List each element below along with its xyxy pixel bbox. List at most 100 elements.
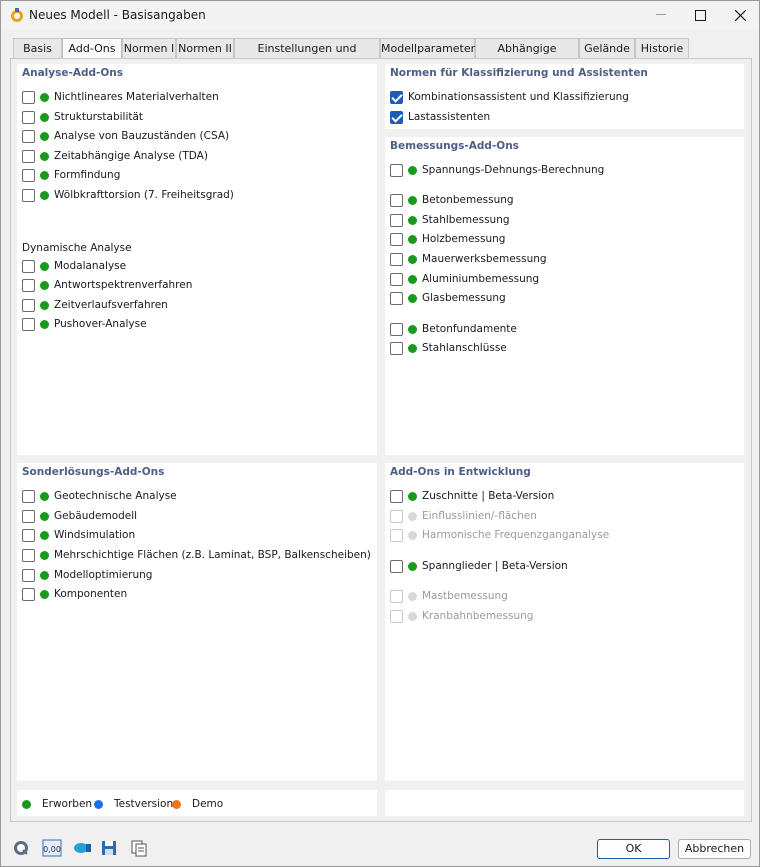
- legend-erworben: Erworben: [22, 798, 92, 810]
- checkbox[interactable]: [22, 259, 35, 273]
- tab-normen-1[interactable]: Normen I: [122, 38, 176, 58]
- model-icon[interactable]: [71, 837, 93, 859]
- addon-label: Windsimulation: [54, 529, 136, 541]
- checkbox[interactable]: [22, 149, 35, 163]
- tab-label: Normen I: [123, 42, 175, 55]
- checkbox[interactable]: [22, 528, 35, 542]
- window-title: Neues Modell - Basisangaben: [29, 8, 206, 22]
- addon-label: Zeitverlaufsverfahren: [54, 299, 168, 311]
- addon-row[interactable]: Spannglieder | Beta-Version: [390, 558, 568, 574]
- checkbox[interactable]: [22, 278, 35, 292]
- legend-demo: Demo: [172, 798, 223, 810]
- tab-basis[interactable]: Basis: [13, 38, 62, 58]
- orange-dot-icon: [172, 799, 181, 809]
- ok-button[interactable]: OK: [597, 839, 670, 859]
- checkbox[interactable]: [390, 272, 403, 286]
- addon-row[interactable]: Holzbemessung: [390, 231, 505, 247]
- copy-icon[interactable]: [128, 837, 150, 859]
- close-button[interactable]: [717, 1, 760, 29]
- save-icon[interactable]: [98, 837, 120, 859]
- panel-title: Sonderlösungs-Add-Ons: [22, 466, 165, 478]
- checkbox[interactable]: [22, 129, 35, 143]
- tab-normen-2[interactable]: Normen II: [176, 38, 234, 58]
- addon-row[interactable]: Spannungs-Dehnungs-Berechnung: [390, 162, 604, 178]
- addon-label: Komponenten: [54, 588, 128, 600]
- addon-row[interactable]: Modelloptimierung: [22, 567, 152, 583]
- checkbox[interactable]: [22, 548, 35, 562]
- units-icon[interactable]: 0,00: [41, 837, 63, 859]
- addon-row[interactable]: Analyse von Bauzuständen (CSA): [22, 128, 229, 144]
- addon-label: Aluminiumbemessung: [422, 273, 540, 285]
- checkbox[interactable]: [390, 193, 403, 207]
- checkbox[interactable]: [22, 168, 35, 182]
- addon-row[interactable]: Stahlanschlüsse: [390, 340, 507, 356]
- normen-row[interactable]: Lastassistenten: [390, 109, 490, 125]
- addon-row[interactable]: Gebäudemodell: [22, 508, 137, 524]
- help-icon[interactable]: [10, 837, 32, 859]
- tab-label: Historie: [640, 42, 684, 55]
- normen-row[interactable]: Kombinationsassistent und Klassifizierun…: [390, 89, 629, 105]
- cancel-button[interactable]: Abbrechen: [678, 839, 751, 859]
- entwicklung-panel: Add-Ons in Entwicklung Zuschnitte | Beta…: [385, 463, 744, 781]
- addon-row[interactable]: Stahlbemessung: [390, 212, 510, 228]
- checkbox[interactable]: [22, 568, 35, 582]
- tab-modellparameter[interactable]: Modellparameter: [380, 38, 475, 58]
- checkbox[interactable]: [22, 90, 35, 104]
- addon-label: Mehrschichtige Flächen (z.B. Laminat, BS…: [54, 549, 371, 561]
- status-dot-icon: [408, 511, 417, 521]
- addon-row[interactable]: Zuschnitte | Beta-Version: [390, 488, 554, 504]
- normen-label: Lastassistenten: [408, 111, 491, 123]
- addon-row[interactable]: Zeitverlaufsverfahren: [22, 297, 168, 313]
- addon-row[interactable]: Betonbemessung: [390, 192, 514, 208]
- addon-row[interactable]: Komponenten: [22, 586, 127, 602]
- checkbox[interactable]: [390, 213, 403, 227]
- status-dot-icon: [40, 131, 49, 141]
- checkbox[interactable]: [22, 317, 35, 331]
- checkbox[interactable]: [22, 587, 35, 601]
- checkbox[interactable]: [390, 232, 403, 246]
- addon-row-disabled: Kranbahnbemessung: [390, 608, 533, 624]
- status-dot-icon: [40, 530, 49, 540]
- tab-einstellungen[interactable]: Einstellungen und Optionen: [234, 38, 380, 74]
- checkbox[interactable]: [22, 298, 35, 312]
- addon-row[interactable]: Mauerwerksbemessung: [390, 251, 547, 267]
- checkbox[interactable]: [22, 509, 35, 523]
- addon-row[interactable]: Nichtlineares Materialverhalten: [22, 89, 219, 105]
- checkbox[interactable]: [22, 489, 35, 503]
- addon-row[interactable]: Mehrschichtige Flächen (z.B. Laminat, BS…: [22, 547, 371, 563]
- addon-row[interactable]: Aluminiumbemessung: [390, 271, 539, 287]
- checkbox[interactable]: [22, 110, 35, 124]
- legend-panel: Erworben Testversion Demo: [17, 790, 377, 816]
- addon-row[interactable]: Zeitabhängige Analyse (TDA): [22, 148, 208, 164]
- addon-row[interactable]: Glasbemessung: [390, 290, 506, 306]
- tab-abhaengige-modelle[interactable]: Abhängige Modelle: [475, 38, 579, 74]
- checkbox-checked[interactable]: [390, 90, 403, 104]
- status-dot-icon: [40, 92, 49, 102]
- checkbox[interactable]: [390, 163, 403, 177]
- tab-gelaende[interactable]: Gelände: [579, 38, 635, 58]
- checkbox[interactable]: [390, 341, 403, 355]
- checkbox[interactable]: [390, 489, 403, 503]
- addon-row[interactable]: Geotechnische Analyse: [22, 488, 177, 504]
- addon-row[interactable]: Antwortspektrenverfahren: [22, 277, 192, 293]
- tab-historie[interactable]: Historie: [635, 38, 689, 58]
- legend-testversion: Testversion: [94, 798, 173, 810]
- addon-row[interactable]: Windsimulation: [22, 527, 135, 543]
- checkbox[interactable]: [22, 188, 35, 202]
- checkbox[interactable]: [390, 291, 403, 305]
- addon-row[interactable]: Modalanalyse: [22, 258, 126, 274]
- addon-row[interactable]: Strukturstabilität: [22, 109, 143, 125]
- checkbox[interactable]: [390, 322, 403, 336]
- status-dot-icon: [408, 491, 417, 501]
- addon-row[interactable]: Formfindung: [22, 167, 120, 183]
- checkbox-checked[interactable]: [390, 110, 403, 124]
- checkbox[interactable]: [390, 252, 403, 266]
- addon-row[interactable]: Pushover-Analyse: [22, 316, 147, 332]
- addon-row[interactable]: Wölbkrafttorsion (7. Freiheitsgrad): [22, 187, 234, 203]
- status-dot-icon: [40, 589, 49, 599]
- checkbox[interactable]: [390, 559, 403, 573]
- addon-row[interactable]: Betonfundamente: [390, 321, 517, 337]
- tab-add-ons[interactable]: Add-Ons: [62, 38, 122, 59]
- addon-row-disabled: Mastbemessung: [390, 588, 508, 604]
- sonder-panel: Sonderlösungs-Add-Ons Geotechnische Anal…: [17, 463, 377, 781]
